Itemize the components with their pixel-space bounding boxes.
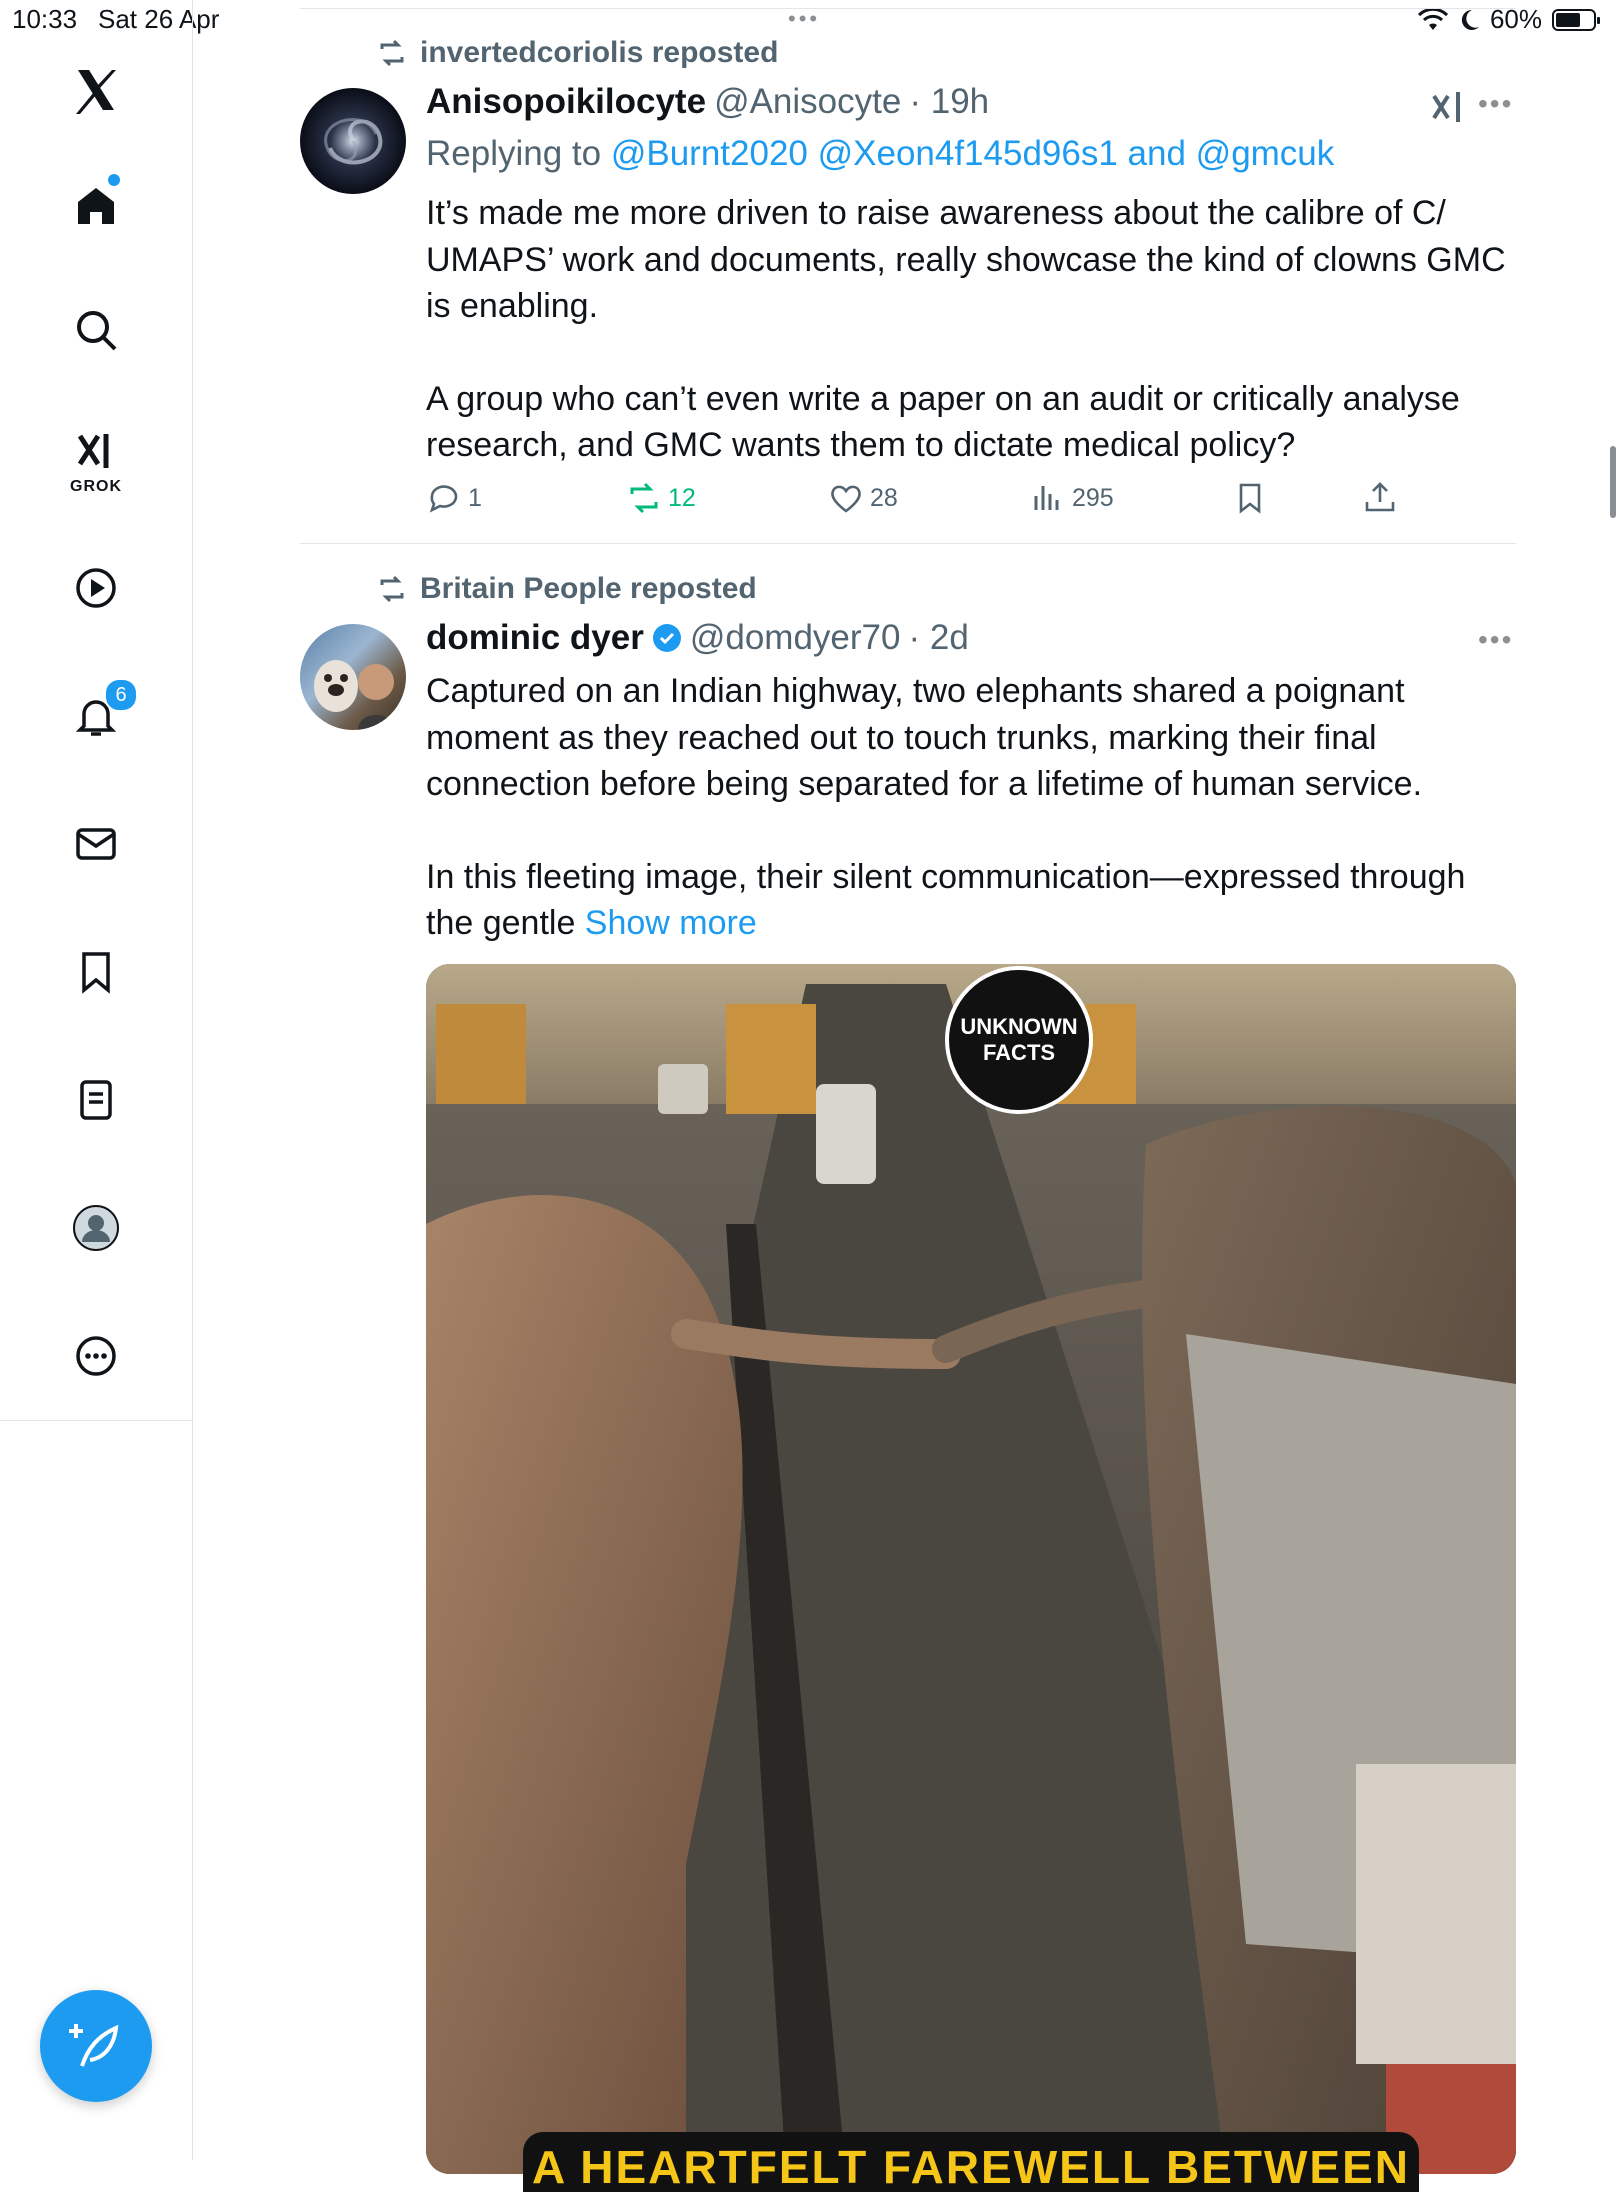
- repost-count: 12: [668, 483, 696, 512]
- handle[interactable]: @domdyer70: [690, 618, 901, 658]
- tweet-header: Anisopoikilocyte @Anisocyte · 19h: [426, 82, 989, 122]
- reposted-by[interactable]: invertedcoriolis reposted: [420, 36, 778, 70]
- status-bar: 10:33 Sat 26 Apr ••• 60%: [0, 0, 1620, 40]
- timestamp[interactable]: · 2d: [908, 618, 968, 658]
- tweet-actions: 1 12 28 295: [426, 480, 1426, 530]
- bookmark-icon: [1239, 483, 1261, 514]
- reply-icon: [429, 485, 458, 513]
- share-button[interactable]: [1362, 480, 1398, 516]
- timestamp[interactable]: · 19h: [909, 82, 989, 122]
- unknown-facts-watermark: UNKNOWN FACTS: [945, 966, 1093, 1114]
- scrollbar[interactable]: [1610, 446, 1616, 518]
- heart-icon: [831, 485, 861, 513]
- bookmark-button[interactable]: [1232, 480, 1268, 516]
- home-icon[interactable]: [64, 172, 128, 236]
- like-button[interactable]: 28: [828, 480, 898, 516]
- views-button[interactable]: 295: [1030, 480, 1114, 516]
- top-divider: [300, 8, 1516, 9]
- like-count: 28: [870, 483, 898, 512]
- dog-and-man-avatar-image: [314, 660, 394, 730]
- video-icon[interactable]: [64, 556, 128, 620]
- galaxy-avatar-image: [324, 118, 383, 165]
- repost-icon: [380, 39, 404, 67]
- battery-icon: [1552, 8, 1600, 31]
- bookmarks-icon[interactable]: [64, 940, 128, 1004]
- tweet-text: It’s made me more driven to raise awaren…: [426, 190, 1516, 469]
- display-name[interactable]: dominic dyer: [426, 618, 644, 658]
- tweet-header: dominic dyer @domdyer70 · 2d: [426, 618, 969, 658]
- tweet-paragraph-text: In this fleeting image, their silent com…: [426, 857, 1466, 943]
- grok-label: GROK: [70, 478, 122, 495]
- repost-icon: [380, 575, 404, 603]
- elephants-photo: [426, 964, 1516, 2174]
- tweet-paragraph: A group who can’t even write a paper on …: [426, 379, 1460, 465]
- more-icon[interactable]: [64, 1324, 128, 1388]
- sidebar: GROK 6: [0, 0, 193, 2160]
- wifi-icon: [1417, 7, 1448, 30]
- reply-count: 1: [468, 483, 482, 512]
- views-icon: [1034, 486, 1059, 510]
- watermark-line: UNKNOWN: [960, 1014, 1078, 1039]
- multitasking-dots[interactable]: •••: [788, 6, 820, 32]
- sidebar-divider: [0, 1420, 192, 1421]
- reply-button[interactable]: 1: [426, 480, 482, 516]
- view-count: 295: [1072, 483, 1114, 512]
- compose-feather-icon: [69, 2024, 119, 2067]
- share-icon: [1365, 482, 1395, 512]
- repost-button[interactable]: 12: [626, 480, 696, 516]
- repost-indicator: invertedcoriolis reposted: [376, 36, 778, 70]
- lists-icon[interactable]: [64, 1068, 128, 1132]
- tweet-paragraph: In this fleeting image, their silent com…: [426, 854, 1516, 947]
- tweet-paragraph: Captured on an Indian highway, two eleph…: [426, 672, 1423, 803]
- replying-to-handles[interactable]: @Burnt2020 @Xeon4f145d96s1 and @gmcuk: [611, 134, 1334, 173]
- repost-indicator: Britain People reposted: [376, 572, 757, 606]
- compose-button[interactable]: [40, 1990, 152, 2102]
- x-logo-icon[interactable]: [64, 58, 128, 122]
- tweet-media-image[interactable]: [426, 964, 1516, 2174]
- display-name[interactable]: Anisopoikilocyte: [426, 82, 706, 122]
- home-unread-dot: [108, 174, 120, 186]
- tweet-text: Captured on an Indian highway, two eleph…: [426, 668, 1516, 947]
- handle[interactable]: @Anisocyte: [714, 82, 901, 122]
- messages-icon[interactable]: [64, 812, 128, 876]
- grok-icon[interactable]: [1428, 88, 1468, 128]
- search-icon[interactable]: [64, 298, 128, 362]
- show-more-link[interactable]: Show more: [585, 904, 757, 942]
- avatar[interactable]: [300, 624, 406, 730]
- media-caption: A HEARTFELT FAREWELL BETWEEN TWO: [523, 2132, 1419, 2192]
- reposted-by[interactable]: Britain People reposted: [420, 572, 757, 606]
- avatar[interactable]: [300, 88, 406, 194]
- tweet-paragraph: It’s made me more driven to raise awaren…: [426, 194, 1506, 325]
- replying-prefix: Replying to: [426, 134, 611, 173]
- more-options-button[interactable]: •••: [1478, 624, 1513, 656]
- replying-to: Replying to @Burnt2020 @Xeon4f145d96s1 a…: [426, 134, 1334, 174]
- tweet-divider: [300, 543, 1516, 544]
- watermark-line: FACTS: [982, 1040, 1056, 1065]
- profile-icon[interactable]: [64, 1196, 128, 1260]
- verified-badge-icon: [652, 624, 681, 652]
- moon-icon: [1461, 9, 1479, 30]
- notifications-badge: 6: [104, 678, 138, 712]
- repost-icon: [630, 482, 658, 514]
- notifications-icon[interactable]: 6: [64, 678, 138, 748]
- more-options-button[interactable]: •••: [1478, 88, 1513, 120]
- grok-icon[interactable]: [64, 420, 128, 484]
